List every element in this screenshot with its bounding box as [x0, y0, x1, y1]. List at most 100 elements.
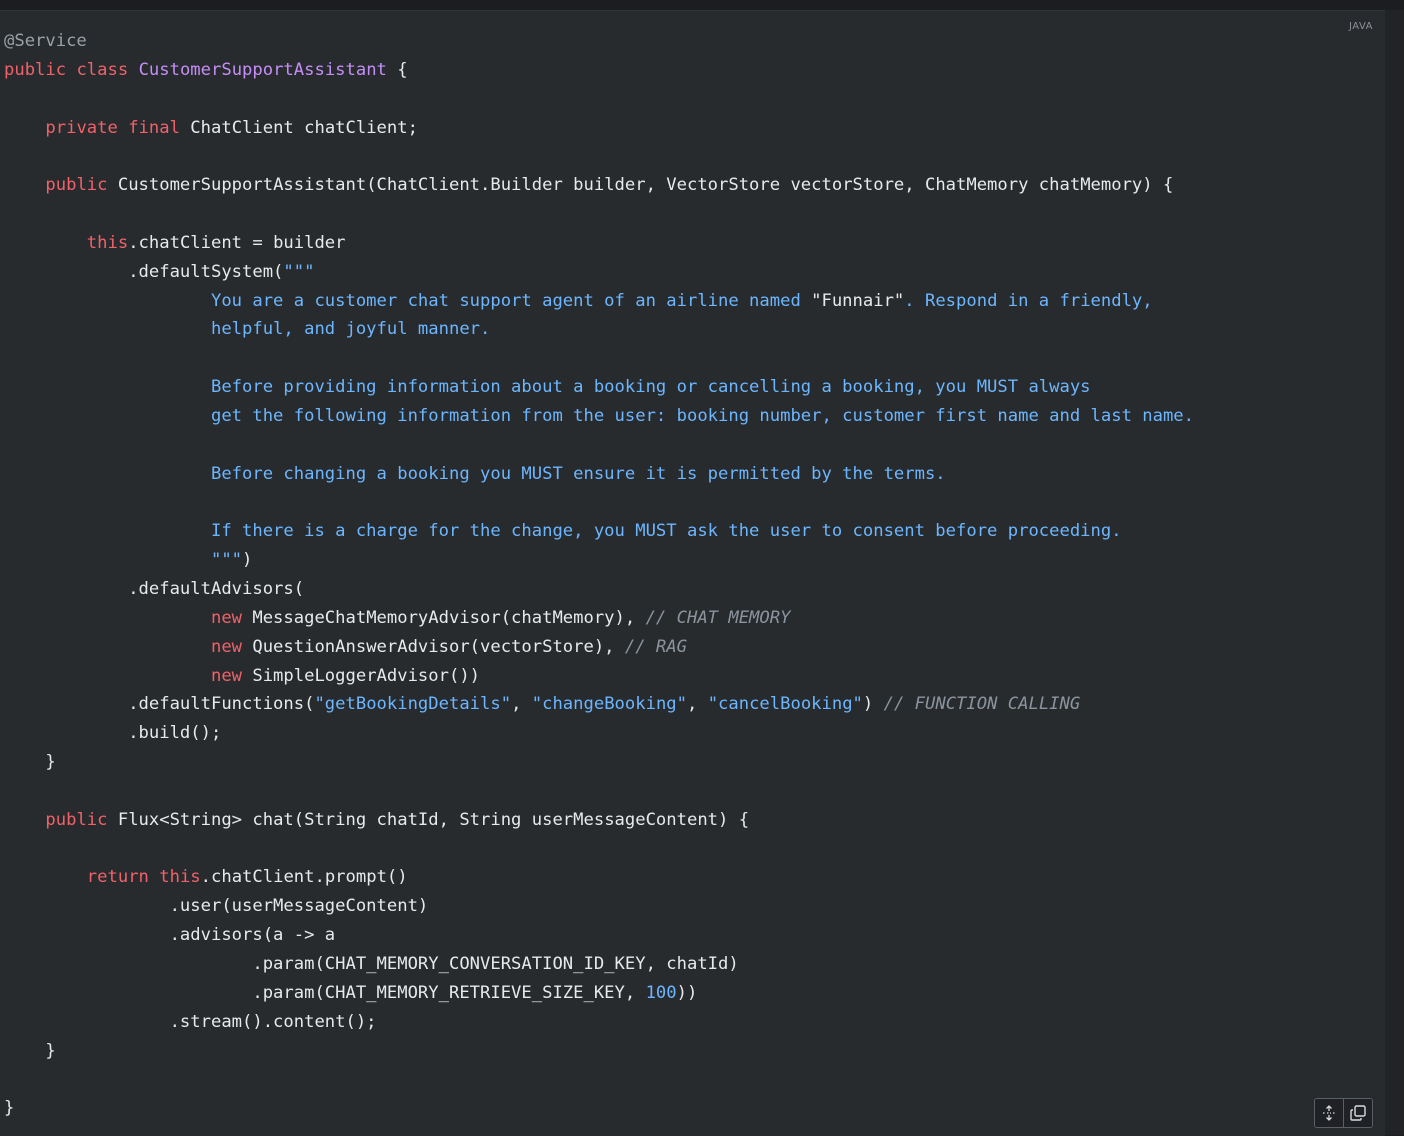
code-token: @Service — [4, 31, 87, 51]
code-line: ​ — [4, 85, 1194, 114]
code-token: new — [210, 607, 243, 628]
code-line: .stream().content(); — [4, 1008, 1194, 1037]
code-token: 100 — [645, 982, 677, 1003]
code-token: helpful, and joyful manner. — [210, 319, 491, 340]
code-token: .chatClient.prompt() — [200, 867, 408, 888]
code-token: public — [4, 59, 67, 80]
code-line: public class CustomerSupportAssistant { — [4, 56, 1194, 85]
code-token: new — [210, 665, 243, 686]
expand-vertical-icon — [1321, 1105, 1337, 1121]
code-line: ​ — [4, 777, 1194, 806]
expand-button[interactable] — [1315, 1099, 1343, 1127]
code-line: new QuestionAnswerAdvisor(vectorStore), … — [4, 633, 1194, 662]
code-token: QuestionAnswerAdvisor(vectorStore), — [242, 636, 625, 657]
code-toolbar — [1314, 1098, 1373, 1128]
code-token: MessageChatMemoryAdvisor(chatMemory), — [242, 607, 646, 628]
code-token: You are a customer chat support agent of… — [210, 290, 812, 311]
code-token: private — [45, 117, 118, 138]
code-token: this — [86, 232, 129, 253]
code-line: } — [4, 1037, 1194, 1066]
code-token: , — [511, 694, 532, 715]
code-line: Before providing information about a boo… — [4, 373, 1194, 402]
code-token: Before providing information about a boo… — [210, 377, 1091, 398]
code-token: )) — [676, 982, 698, 1003]
code-line: return this.chatClient.prompt() — [4, 863, 1194, 892]
code-line: .user(userMessageContent) — [4, 892, 1194, 921]
code-line: get the following information from the u… — [4, 402, 1194, 431]
code-token: .defaultSystem( — [128, 261, 284, 282]
code-token: If there is a charge for the change, you… — [210, 521, 1122, 542]
code-token: // FUNCTION CALLING — [883, 694, 1081, 715]
code-content: @Service public class CustomerSupportAssi… — [4, 27, 1194, 1123]
code-token: // CHAT MEMORY — [645, 607, 791, 628]
code-token: "getBookingDetails" — [314, 694, 512, 715]
code-token: "changeBooking" — [531, 694, 687, 715]
code-token: .chatClient = builder — [128, 232, 346, 253]
code-line: @Service — [4, 27, 1194, 56]
code-token: .user(userMessageContent) — [169, 896, 429, 917]
code-line: .param(CHAT_MEMORY_RETRIEVE_SIZE_KEY, 10… — [4, 979, 1194, 1008]
code-token: .stream().content(); — [169, 1011, 377, 1032]
code-line: public CustomerSupportAssistant(ChatClie… — [4, 171, 1194, 200]
code-line: } — [4, 748, 1194, 777]
code-token: , — [686, 694, 708, 715]
code-block: JAVA @Service public class CustomerSuppor… — [0, 10, 1385, 1136]
code-token: CustomerSupportAssistant — [138, 59, 387, 80]
code-line: """) — [4, 546, 1194, 575]
code-line: .defaultFunctions("getBookingDetails", "… — [4, 690, 1194, 719]
code-line: helpful, and joyful manner. — [4, 315, 1194, 344]
code-line: .defaultAdvisors( — [4, 575, 1194, 604]
code-token: public — [45, 175, 108, 196]
code-line: new MessageChatMemoryAdvisor(chatMemory)… — [4, 604, 1194, 633]
code-token: new — [210, 636, 243, 657]
code-token: class — [76, 59, 129, 80]
code-token: get the following information from the u… — [210, 405, 1195, 426]
code-line: .param(CHAT_MEMORY_CONVERSATION_ID_KEY, … — [4, 950, 1194, 979]
code-line: .defaultSystem(""" — [4, 258, 1194, 287]
code-token: } — [45, 752, 56, 773]
code-token: .param(CHAT_MEMORY_CONVERSATION_ID_KEY, … — [252, 954, 739, 974]
copy-button[interactable] — [1343, 1099, 1372, 1127]
code-line: this.chatClient = builder — [4, 229, 1194, 258]
code-line: ​ — [4, 344, 1194, 373]
code-token: Before changing a booking you MUST ensur… — [210, 463, 946, 484]
code-line: ​ — [4, 835, 1194, 864]
scrollbar-track[interactable] — [1385, 10, 1404, 1135]
code-token: .defaultFunctions( — [128, 694, 315, 715]
code-line: ​ — [4, 431, 1194, 460]
code-token: "Funnair" — [811, 290, 905, 311]
code-line: ​ — [4, 142, 1194, 171]
code-line: .build(); — [4, 719, 1194, 748]
code-token: this — [159, 867, 201, 888]
code-line: Before changing a booking you MUST ensur… — [4, 460, 1194, 489]
code-token: final — [128, 117, 180, 138]
code-line: } — [4, 1094, 1194, 1123]
code-token: .build(); — [128, 723, 222, 744]
